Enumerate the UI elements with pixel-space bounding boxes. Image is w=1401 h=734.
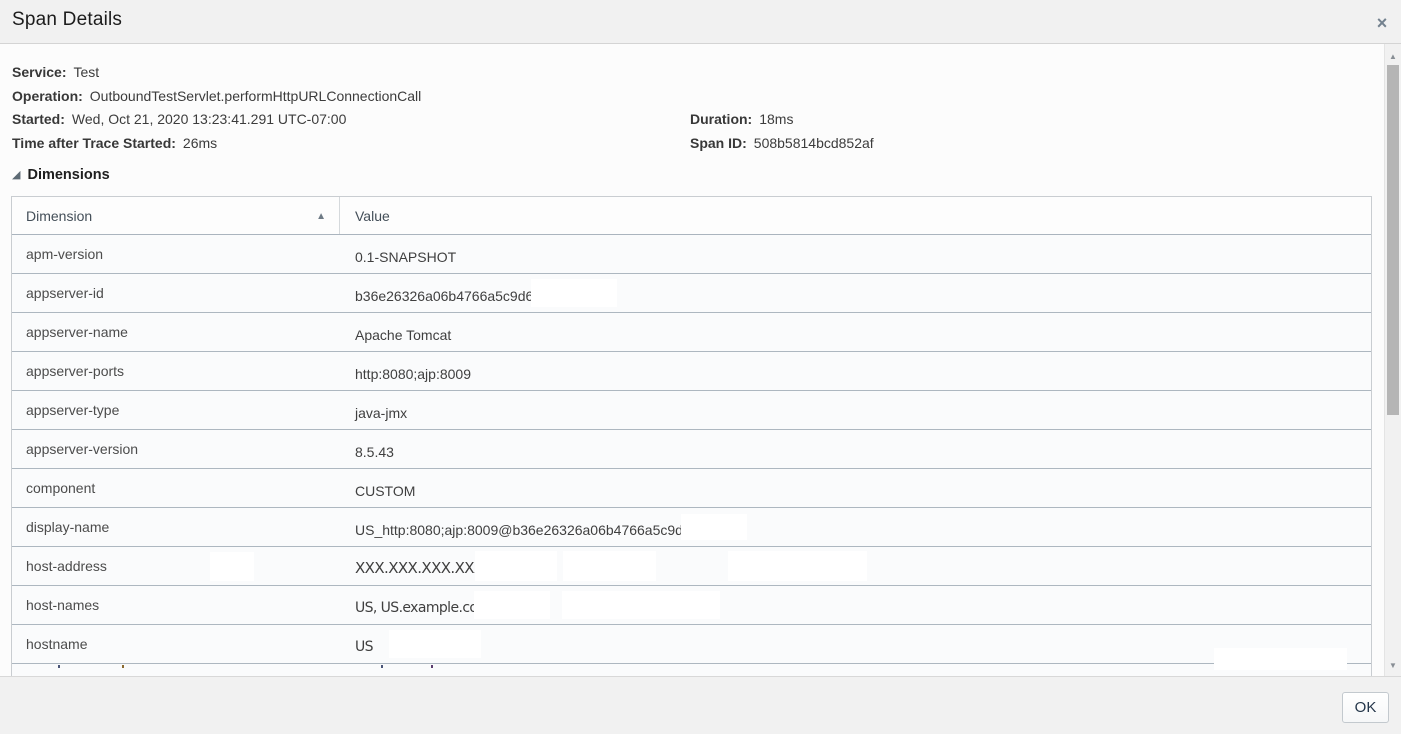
duration-value: 18ms bbox=[759, 111, 793, 127]
value-cell: http:8080;ajp:8009 bbox=[340, 366, 471, 382]
value-cell: java-jmx bbox=[340, 405, 407, 421]
redaction-box bbox=[562, 591, 720, 619]
operation-label: Operation: bbox=[12, 88, 83, 104]
table-row[interactable]: appserver-version 8.5.43 bbox=[12, 430, 1371, 469]
table-row[interactable]: display-name US_http:8080;ajp:8009@b36e2… bbox=[12, 508, 1371, 547]
operation-field: Operation: OutboundTestServlet.performHtt… bbox=[12, 88, 421, 112]
span-id-label: Span ID: bbox=[690, 135, 747, 151]
redaction-box bbox=[475, 551, 557, 581]
started-value: Wed, Oct 21, 2020 13:23:41.291 UTC-07:00 bbox=[72, 111, 346, 127]
value-cell: 8.5.43 bbox=[340, 444, 394, 460]
redaction-box bbox=[531, 279, 617, 307]
value-cell: CUSTOM bbox=[340, 483, 415, 499]
table-row[interactable]: apm-version 0.1-SNAPSHOT bbox=[12, 235, 1371, 274]
redaction-box bbox=[563, 551, 656, 581]
table-row[interactable]: hostname US bbox=[12, 625, 1371, 664]
dimension-cell: host-names bbox=[12, 597, 340, 613]
value-cell: Apache Tomcat bbox=[340, 327, 451, 343]
value-cell: US_http:8080;ajp:8009@b36e26326a06b4766a… bbox=[340, 522, 683, 538]
span-id-value: 508b5814bcd852af bbox=[754, 135, 874, 151]
value-cell: XXX.XXX.XXX.XXX bbox=[340, 559, 484, 577]
span-meta-right: Duration: 18ms Span ID: 508b5814bcd852af bbox=[690, 111, 874, 158]
service-value: Test bbox=[73, 64, 99, 80]
table-row[interactable]: appserver-type java-jmx bbox=[12, 391, 1371, 430]
time-after-trace-field: Time after Trace Started: 26ms bbox=[12, 135, 421, 159]
value-cell: US bbox=[340, 639, 373, 655]
column-header-value[interactable]: Value bbox=[340, 197, 1371, 234]
scroll-up-icon[interactable]: ▲ bbox=[1385, 52, 1401, 61]
dimension-cell: appserver-type bbox=[12, 402, 340, 418]
vertical-scrollbar[interactable]: ▲ ▼ bbox=[1384, 44, 1401, 676]
dimension-cell: appserver-version bbox=[12, 441, 340, 457]
table-row[interactable]: host-address XXX.XXX.XXX.XXX bbox=[12, 547, 1371, 586]
table-row[interactable]: appserver-name Apache Tomcat bbox=[12, 313, 1371, 352]
table-header-row: Dimension ▲ Value bbox=[12, 196, 1371, 235]
dimension-cell: appserver-id bbox=[12, 285, 340, 301]
service-field: Service: Test bbox=[12, 64, 421, 88]
dimensions-section-toggle[interactable]: ◢ Dimensions bbox=[12, 166, 110, 184]
operation-value: OutboundTestServlet.performHttpURLConnec… bbox=[90, 88, 422, 104]
dialog-footer: OK bbox=[0, 676, 1401, 734]
clipped-text-fragment bbox=[122, 665, 124, 668]
dimensions-table: Dimension ▲ Value apm-version 0.1-SNAPSH… bbox=[11, 196, 1372, 676]
duration-field: Duration: 18ms bbox=[690, 111, 874, 135]
redaction-box bbox=[210, 552, 254, 581]
span-meta-left: Service: Test Operation: OutboundTestServl… bbox=[12, 64, 421, 158]
value-cell: b36e26326a06b4766a5c9d6 bbox=[340, 288, 533, 304]
clipped-text-fragment bbox=[58, 665, 60, 668]
redaction-box bbox=[1214, 648, 1347, 670]
ok-button[interactable]: OK bbox=[1342, 692, 1389, 723]
value-column-label: Value bbox=[355, 208, 390, 224]
dimension-cell: hostname bbox=[12, 636, 340, 652]
dimension-cell: apm-version bbox=[12, 246, 340, 262]
time-after-trace-label: Time after Trace Started: bbox=[12, 135, 176, 151]
scroll-down-icon[interactable]: ▼ bbox=[1385, 661, 1401, 670]
redaction-box bbox=[389, 630, 481, 658]
redaction-box bbox=[681, 514, 747, 540]
started-label: Started: bbox=[12, 111, 65, 127]
duration-label: Duration: bbox=[690, 111, 752, 127]
redaction-box bbox=[474, 591, 550, 619]
time-after-trace-value: 26ms bbox=[183, 135, 217, 151]
table-row-clipped[interactable] bbox=[12, 664, 1371, 676]
dimension-cell: appserver-name bbox=[12, 324, 340, 340]
service-label: Service: bbox=[12, 64, 66, 80]
close-icon[interactable]: × bbox=[1371, 12, 1393, 34]
table-row[interactable]: component CUSTOM bbox=[12, 469, 1371, 508]
page-title: Span Details bbox=[12, 9, 122, 31]
span-details-dialog: Span Details × Service: Test Operation: Ou… bbox=[0, 0, 1401, 734]
table-row[interactable]: host-names US, US.example.com bbox=[12, 586, 1371, 625]
redaction-box bbox=[728, 551, 867, 581]
dimensions-section-title: Dimensions bbox=[27, 167, 109, 183]
sort-ascending-icon[interactable]: ▲ bbox=[316, 211, 326, 222]
dimension-cell: appserver-ports bbox=[12, 363, 340, 379]
clipped-text-fragment bbox=[381, 665, 383, 668]
column-header-dimension[interactable]: Dimension ▲ bbox=[12, 197, 340, 234]
dimension-column-label: Dimension bbox=[26, 208, 92, 224]
scrollbar-thumb[interactable] bbox=[1387, 65, 1399, 415]
value-cell: US, US.example.com bbox=[340, 600, 490, 616]
dimension-cell: host-address bbox=[12, 558, 340, 574]
clipped-text-fragment bbox=[431, 665, 433, 668]
value-cell: 0.1-SNAPSHOT bbox=[340, 249, 456, 265]
span-id-field: Span ID: 508b5814bcd852af bbox=[690, 135, 874, 159]
collapse-triangle-icon: ◢ bbox=[12, 168, 20, 181]
table-row[interactable]: appserver-ports http:8080;ajp:8009 bbox=[12, 352, 1371, 391]
started-field: Started: Wed, Oct 21, 2020 13:23:41.291 U… bbox=[12, 111, 421, 135]
dimension-cell: component bbox=[12, 480, 340, 496]
dialog-header: Span Details × bbox=[0, 0, 1401, 44]
table-row[interactable]: appserver-id b36e26326a06b4766a5c9d6 bbox=[12, 274, 1371, 313]
dimension-cell: display-name bbox=[12, 519, 340, 535]
